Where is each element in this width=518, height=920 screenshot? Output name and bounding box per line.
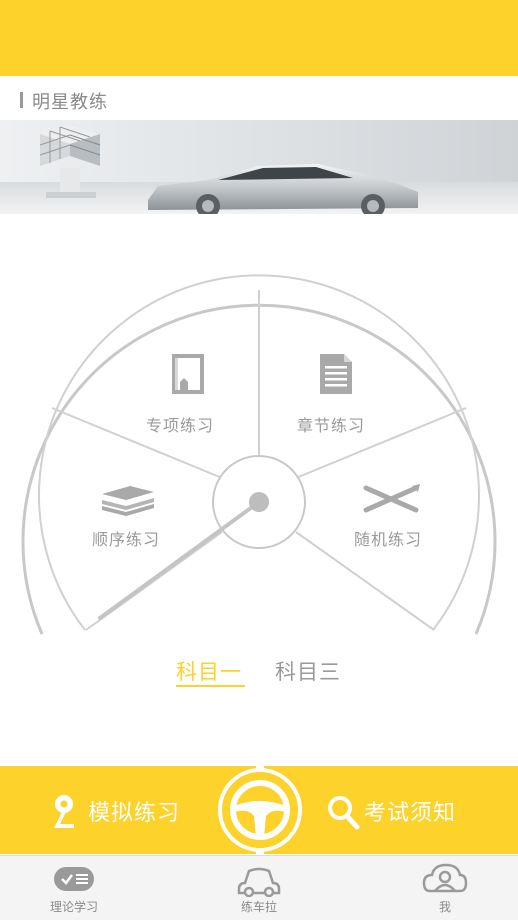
dial-pivot [249,492,269,512]
coach-banner[interactable] [0,120,518,214]
segment-label-special[interactable]: 专项练习 [146,412,214,436]
mock-exam-icon[interactable] [48,794,80,830]
segment-label-random[interactable]: 随机练习 [354,526,422,550]
car-icon[interactable] [237,865,281,898]
top-bar [0,0,518,76]
search-icon[interactable] [326,794,360,830]
banner-illustration [0,120,518,214]
steering-wheel-button[interactable] [218,762,302,858]
book-icon[interactable] [168,352,208,396]
segment-label-sequential[interactable]: 顺序练习 [92,526,160,550]
crossed-pens-icon[interactable] [362,484,420,514]
user-icon[interactable] [422,863,468,897]
tab-subject-one[interactable]: 科目一 [176,656,242,686]
section-title: 明星教练 [32,92,108,113]
tab-subject-three[interactable]: 科目三 [275,656,341,686]
segment-label-chapter[interactable]: 章节练习 [297,412,365,436]
stack-icon[interactable] [100,484,156,520]
section-marker [20,92,23,108]
nav-item-practice-car[interactable]: 练车拉 [241,898,277,915]
practice-dial [0,270,518,650]
tab-active-indicator [176,685,245,687]
nav-item-me[interactable]: 我 [439,898,451,915]
document-icon[interactable] [318,352,354,396]
nav-item-theory[interactable]: 理论学习 [50,898,98,915]
mock-exam-button[interactable]: 模拟练习 [88,795,180,827]
steering-wheel-icon [218,762,302,858]
exam-info-button[interactable]: 考试须知 [364,795,456,827]
theory-icon[interactable] [52,865,96,895]
